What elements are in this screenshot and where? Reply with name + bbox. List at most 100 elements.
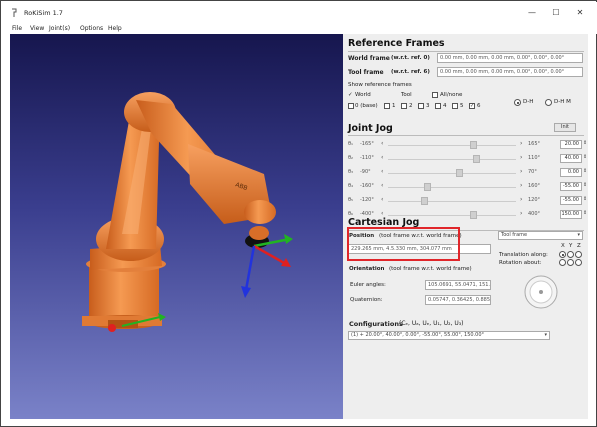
checkbox-3[interactable] [418, 103, 424, 109]
joint-slider-thumb[interactable] [470, 211, 478, 219]
world-frame-rel: (w.r.t. ref. 0) [391, 55, 430, 61]
rotate-x-radio[interactable] [559, 259, 566, 266]
maximize-button[interactable]: ☐ [548, 6, 564, 20]
jog-right-arrow-icon[interactable]: › [520, 154, 522, 161]
section-divider [348, 135, 584, 136]
init-button[interactable]: Init [554, 123, 576, 132]
translate-x-radio[interactable] [559, 251, 566, 258]
frame-select[interactable]: Tool frame ▾ [498, 231, 583, 240]
joint-slider-track[interactable] [388, 187, 516, 188]
quaternion-label: Quaternion: [350, 297, 383, 303]
minimize-button[interactable]: — [524, 6, 540, 20]
joint-slider-thumb[interactable] [420, 197, 428, 205]
jog-right-arrow-icon[interactable]: › [520, 196, 522, 203]
jog-left-arrow-icon[interactable]: ‹ [381, 154, 383, 161]
joint-slider-track[interactable] [388, 173, 516, 174]
jog-left-arrow-icon[interactable]: ‹ [381, 196, 383, 203]
menu-options[interactable]: Options [80, 25, 103, 32]
chevron-down-icon: ▾ [577, 232, 580, 238]
checkbox-3-label: 3 [426, 103, 430, 109]
checkbox-1[interactable] [384, 103, 390, 109]
close-button[interactable]: ✕ [572, 6, 588, 20]
joint-value-field[interactable]: 150.00 [560, 210, 582, 219]
joint-value-field[interactable]: -55.00 [560, 182, 582, 191]
jog-left-arrow-icon[interactable]: ‹ [381, 210, 383, 217]
spinner-icon[interactable]: ⇕ [583, 168, 587, 174]
menu-joints[interactable]: Joint(s) [49, 25, 70, 32]
checkbox-base-label: 0 (base) [355, 103, 378, 109]
spinner-icon[interactable]: ⇕ [583, 196, 587, 202]
menu-help[interactable]: Help [108, 25, 122, 32]
world-check-mark[interactable]: ✓ [348, 92, 353, 98]
joint-slider-thumb[interactable] [472, 155, 480, 163]
section-divider [348, 51, 584, 52]
joint-max-label: 110° [528, 155, 541, 161]
tool-frame-field[interactable]: 0.00 mm, 0.00 mm, 0.00 mm, 0.00°, 0.00°,… [437, 67, 583, 77]
joint-slider-thumb[interactable] [455, 169, 463, 177]
configuration-select[interactable]: (1) + 20.00°, 40.00°, 0.00°, -55.00°, 55… [348, 331, 550, 340]
axis-z-label: Z [577, 243, 581, 249]
joint-row: θ₄ -160° ‹ › 160° -55.00 ⇕ [348, 182, 587, 192]
joint-value-field[interactable]: 0.00 [560, 168, 582, 177]
joint-slider-track[interactable] [388, 215, 516, 216]
joint-slider-track[interactable] [388, 201, 516, 202]
translate-z-radio[interactable] [575, 251, 582, 258]
joint-slider-thumb[interactable] [424, 183, 432, 191]
checkbox-5[interactable] [452, 103, 458, 109]
jog-left-arrow-icon[interactable]: ‹ [381, 182, 383, 189]
joint-value-field[interactable]: 20.00 [560, 140, 582, 149]
joint-min-label: -110° [360, 155, 374, 161]
joint-label: θ₂ [348, 155, 354, 161]
jog-right-arrow-icon[interactable]: › [520, 168, 522, 175]
radio-dh-modified[interactable] [545, 99, 552, 106]
jog-right-arrow-icon[interactable]: › [520, 182, 522, 189]
translate-y-radio[interactable] [567, 251, 574, 258]
joint-slider-track[interactable] [388, 145, 516, 146]
checkbox-4[interactable] [435, 103, 441, 109]
joint-value-field[interactable]: -55.00 [560, 196, 582, 205]
title-bar: RoKiSim 1.7 — ☐ ✕ [2, 2, 597, 23]
jog-dial[interactable] [523, 274, 559, 310]
joint-slider-track[interactable] [388, 159, 516, 160]
checkbox-tool-label[interactable]: Tool [401, 92, 412, 98]
jog-right-arrow-icon[interactable]: › [520, 210, 522, 217]
world-frame-field[interactable]: 0.00 mm, 0.00 mm, 0.00 mm, 0.00°, 0.00°,… [437, 53, 583, 63]
reference-frames-title: Reference Frames [348, 38, 445, 49]
radio-dh-label: D-H [523, 99, 534, 105]
joint-row: θ₃ -90° ‹ › 70° 0.00 ⇕ [348, 168, 587, 178]
joint-label: θ₄ [348, 183, 354, 189]
jog-right-arrow-icon[interactable]: › [520, 140, 522, 147]
orientation-rel: (tool frame w.r.t. world frame) [389, 266, 472, 272]
joint-row: θ₁ -165° ‹ › 165° 20.00 ⇕ [348, 140, 587, 150]
joint-slider-thumb[interactable] [470, 141, 478, 149]
spinner-icon[interactable]: ⇕ [583, 140, 587, 146]
joint-value-field[interactable]: 40.00 [560, 154, 582, 163]
checkbox-2[interactable] [401, 103, 407, 109]
checkbox-all[interactable] [432, 92, 438, 98]
menu-file[interactable]: File [12, 25, 22, 32]
rotate-y-radio[interactable] [567, 259, 574, 266]
window-title: RoKiSim 1.7 [24, 9, 63, 17]
rotate-z-radio[interactable] [575, 259, 582, 266]
spinner-icon[interactable]: ⇕ [583, 182, 587, 188]
rotation-label: Rotation about: [499, 260, 542, 266]
checkbox-all-label: All/none [440, 92, 463, 98]
euler-field[interactable]: 105.0691, 55.0471, 151.0517 [425, 280, 491, 290]
radio-dh[interactable] [514, 99, 521, 106]
joint-max-label: 400° [528, 211, 541, 217]
chevron-down-icon: ▾ [544, 332, 547, 338]
3d-viewport[interactable]: ABB [10, 34, 343, 419]
checkbox-base[interactable] [348, 103, 354, 109]
configuration-select-value: (1) + 20.00°, 40.00°, 0.00°, -55.00°, 55… [351, 332, 485, 338]
joint-label: θ₁ [348, 141, 354, 147]
joint-max-label: 165° [528, 141, 541, 147]
spinner-icon[interactable]: ⇕ [583, 210, 587, 216]
jog-left-arrow-icon[interactable]: ‹ [381, 168, 383, 175]
checkbox-2-label: 2 [409, 103, 413, 109]
menu-view[interactable]: View [30, 25, 44, 32]
jog-left-arrow-icon[interactable]: ‹ [381, 140, 383, 147]
checkbox-1-label: 1 [392, 103, 396, 109]
checkbox-6[interactable]: ✓ [469, 103, 475, 109]
spinner-icon[interactable]: ⇕ [583, 154, 587, 160]
quaternion-field[interactable]: 0.05747, 0.36425, 0.88503, 0.30603 [425, 295, 491, 305]
